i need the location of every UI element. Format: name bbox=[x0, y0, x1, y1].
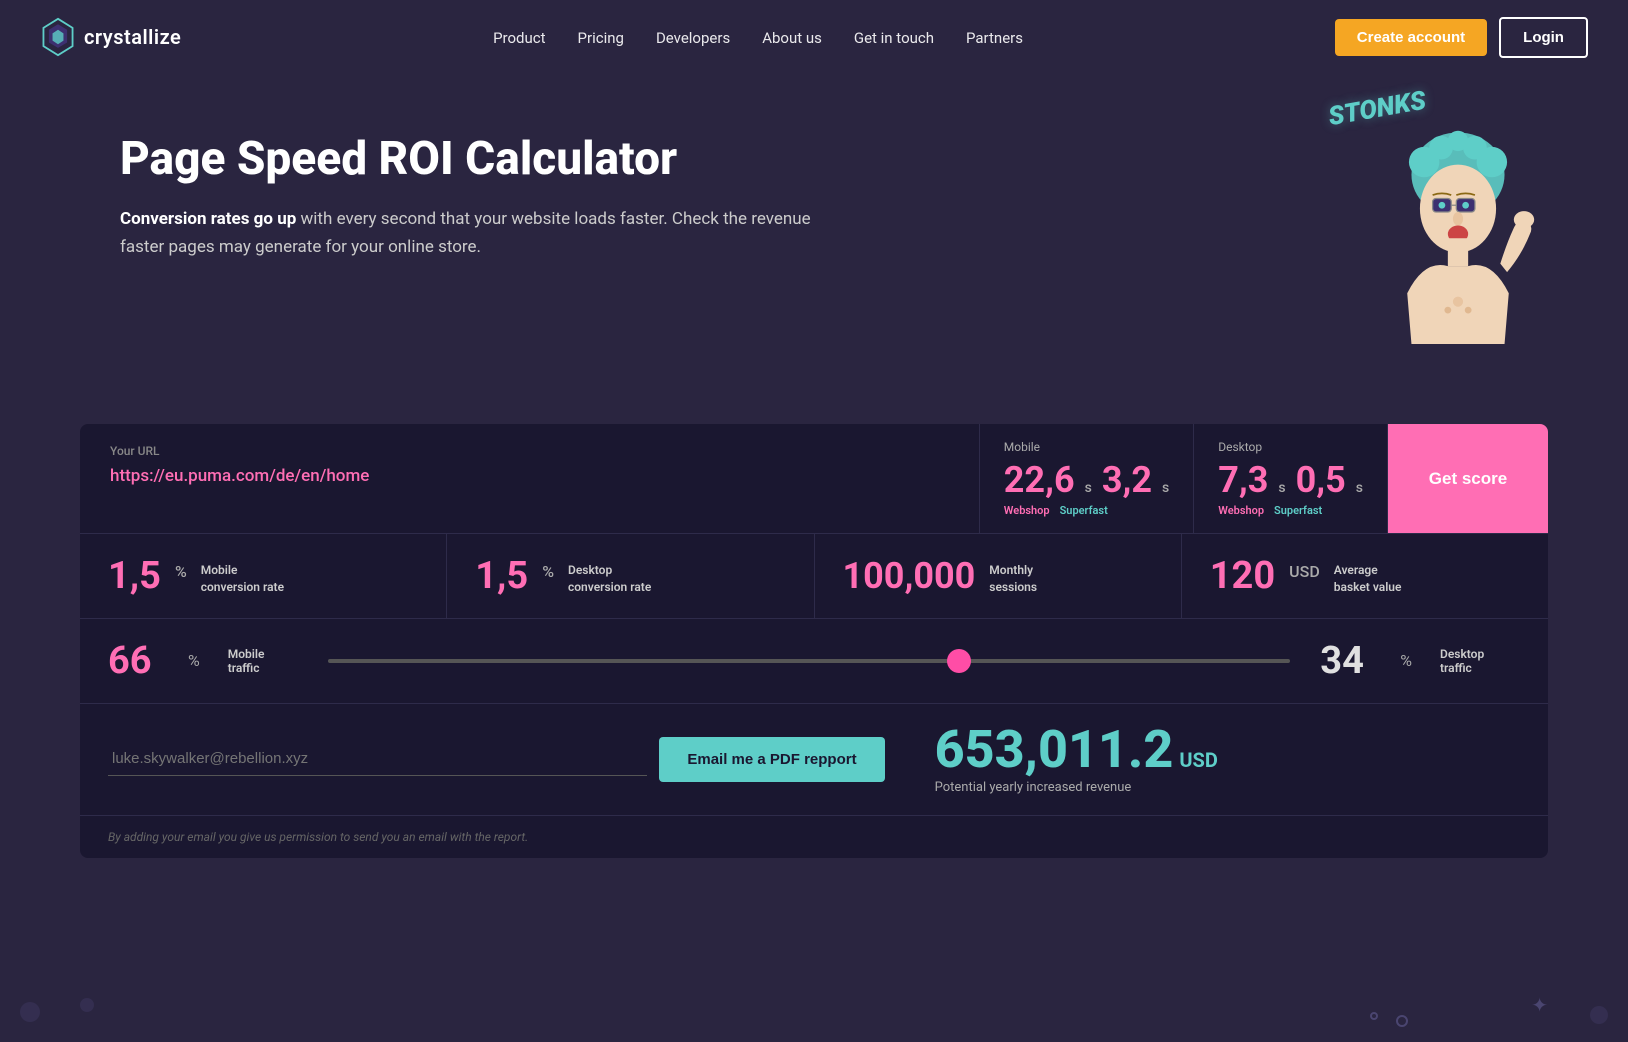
disclaimer: By adding your email you give us permiss… bbox=[80, 816, 1548, 858]
basket-value: 120 bbox=[1210, 557, 1275, 595]
mobile-traffic-label: Mobiletraffic bbox=[228, 647, 288, 675]
revenue-label: Potential yearly increased revenue bbox=[935, 780, 1520, 795]
url-section: Your URL https://eu.puma.com/de/en/home bbox=[80, 424, 980, 533]
basket-unit: USD bbox=[1289, 562, 1320, 581]
calculator-card: Your URL https://eu.puma.com/de/en/home … bbox=[80, 424, 1548, 858]
mobile-superfast-unit: s bbox=[1162, 480, 1169, 496]
metrics-row: 1,5 % Mobileconversion rate 1,5 % Deskto… bbox=[80, 534, 1548, 619]
desktop-score-tags: Webshop Superfast bbox=[1218, 504, 1363, 517]
revenue-section: 653,011.2 USD Potential yearly increased… bbox=[905, 724, 1520, 795]
hero-subtitle: Conversion rates go up with every second… bbox=[120, 205, 820, 263]
traffic-slider-container[interactable] bbox=[328, 659, 1291, 663]
desktop-score-values: 7,3 s 0,5 s bbox=[1218, 462, 1363, 498]
mobile-cr-block: 1,5 % Mobileconversion rate bbox=[80, 534, 447, 618]
mobile-superfast-score: 3,2 bbox=[1102, 462, 1152, 498]
desktop-traffic-unit: % bbox=[1400, 651, 1412, 670]
traffic-row: 66 % Mobiletraffic 34 % Desktoptraffic bbox=[80, 619, 1548, 704]
mobile-traffic-unit: % bbox=[188, 651, 200, 670]
desktop-cr-value: 1,5 bbox=[475, 557, 528, 595]
basket-label: Averagebasket value bbox=[1334, 562, 1402, 596]
mobile-webshop-tag: Webshop bbox=[1004, 504, 1050, 517]
revenue-unit: USD bbox=[1179, 750, 1218, 770]
email-section: Email me a PDF repport bbox=[108, 724, 885, 795]
desktop-score-block: Desktop 7,3 s 0,5 s Webshop Superfast bbox=[1194, 424, 1388, 533]
mobile-score-tags: Webshop Superfast bbox=[1004, 504, 1169, 517]
desktop-cr-label: Desktopconversion rate bbox=[568, 562, 651, 596]
mobile-score-label: Mobile bbox=[1004, 440, 1169, 454]
desktop-cr-unit: % bbox=[542, 562, 554, 581]
basket-block: 120 USD Averagebasket value bbox=[1182, 534, 1548, 618]
traffic-slider[interactable] bbox=[328, 659, 1291, 663]
hero-title: Page Speed ROI Calculator bbox=[120, 134, 820, 185]
sessions-block: 100,000 Monthlysessions bbox=[815, 534, 1182, 618]
nav-get-in-touch[interactable]: Get in touch bbox=[854, 29, 934, 47]
deco-dot-1 bbox=[20, 1002, 40, 1022]
desktop-cr-block: 1,5 % Desktopconversion rate bbox=[447, 534, 814, 618]
url-label: Your URL bbox=[110, 444, 949, 458]
mobile-cr-value: 1,5 bbox=[108, 557, 161, 595]
logo-link[interactable]: crystallize bbox=[40, 17, 181, 57]
nav-actions: Create account Login bbox=[1335, 17, 1588, 58]
desktop-webshop-score: 7,3 bbox=[1218, 462, 1268, 498]
deco-star: ✦ bbox=[1531, 993, 1548, 1017]
logo-icon bbox=[40, 17, 76, 57]
sessions-value: 100,000 bbox=[843, 558, 976, 594]
email-row: Email me a PDF repport 653,011.2 USD Pot… bbox=[80, 704, 1548, 816]
url-row: Your URL https://eu.puma.com/de/en/home … bbox=[80, 424, 1548, 534]
deco-dot-3 bbox=[1590, 1006, 1608, 1024]
deco-circle-1 bbox=[1396, 1015, 1408, 1027]
mobile-superfast-tag: Superfast bbox=[1060, 504, 1108, 517]
score-group: Mobile 22,6 s 3,2 s Webshop Superfast De… bbox=[980, 424, 1548, 533]
email-pdf-button[interactable]: Email me a PDF repport bbox=[659, 737, 884, 782]
nav-developers[interactable]: Developers bbox=[656, 29, 730, 47]
nav-links: Product Pricing Developers About us Get … bbox=[493, 28, 1023, 47]
mobile-score-block: Mobile 22,6 s 3,2 s Webshop Superfast bbox=[980, 424, 1194, 533]
nav-pricing[interactable]: Pricing bbox=[578, 29, 624, 47]
stonks-figure: STONKS bbox=[1328, 64, 1548, 364]
desktop-superfast-tag: Superfast bbox=[1274, 504, 1322, 517]
desktop-superfast-score: 0,5 bbox=[1296, 462, 1346, 498]
desktop-superfast-unit: s bbox=[1356, 480, 1363, 496]
login-button[interactable]: Login bbox=[1499, 17, 1588, 58]
nav-about[interactable]: About us bbox=[762, 29, 822, 47]
revenue-number: 653,011.2 bbox=[935, 724, 1174, 776]
hero-section: Page Speed ROI Calculator Conversion rat… bbox=[0, 74, 1628, 394]
hero-subtitle-bold: Conversion rates go up bbox=[120, 209, 296, 229]
hero-text: Page Speed ROI Calculator Conversion rat… bbox=[120, 134, 820, 262]
desktop-traffic-label: Desktoptraffic bbox=[1440, 647, 1500, 675]
desktop-score-label: Desktop bbox=[1218, 440, 1363, 454]
mobile-score-values: 22,6 s 3,2 s bbox=[1004, 462, 1169, 498]
mobile-cr-unit: % bbox=[175, 562, 187, 581]
get-score-button[interactable]: Get score bbox=[1388, 424, 1548, 533]
sessions-label: Monthlysessions bbox=[989, 562, 1037, 596]
deco-circle-2 bbox=[1370, 1012, 1378, 1020]
mobile-webshop-unit: s bbox=[1085, 480, 1092, 496]
revenue-amount: 653,011.2 USD bbox=[935, 724, 1520, 776]
deco-dot-2 bbox=[80, 998, 94, 1012]
desktop-traffic-value: 34 bbox=[1320, 639, 1380, 683]
nav-product[interactable]: Product bbox=[493, 29, 545, 47]
mobile-webshop-score: 22,6 bbox=[1004, 462, 1075, 498]
mobile-traffic-value: 66 bbox=[108, 639, 168, 683]
url-value: https://eu.puma.com/de/en/home bbox=[110, 466, 949, 486]
email-input[interactable] bbox=[108, 742, 647, 776]
desktop-webshop-tag: Webshop bbox=[1218, 504, 1264, 517]
stonks-character-svg bbox=[1368, 124, 1548, 344]
nav-partners[interactable]: Partners bbox=[966, 29, 1023, 47]
create-account-button[interactable]: Create account bbox=[1335, 19, 1487, 56]
navbar: crystallize Product Pricing Developers A… bbox=[0, 0, 1628, 74]
desktop-webshop-unit: s bbox=[1278, 480, 1285, 496]
logo-text: crystallize bbox=[84, 25, 181, 49]
mobile-cr-label: Mobileconversion rate bbox=[201, 562, 284, 596]
